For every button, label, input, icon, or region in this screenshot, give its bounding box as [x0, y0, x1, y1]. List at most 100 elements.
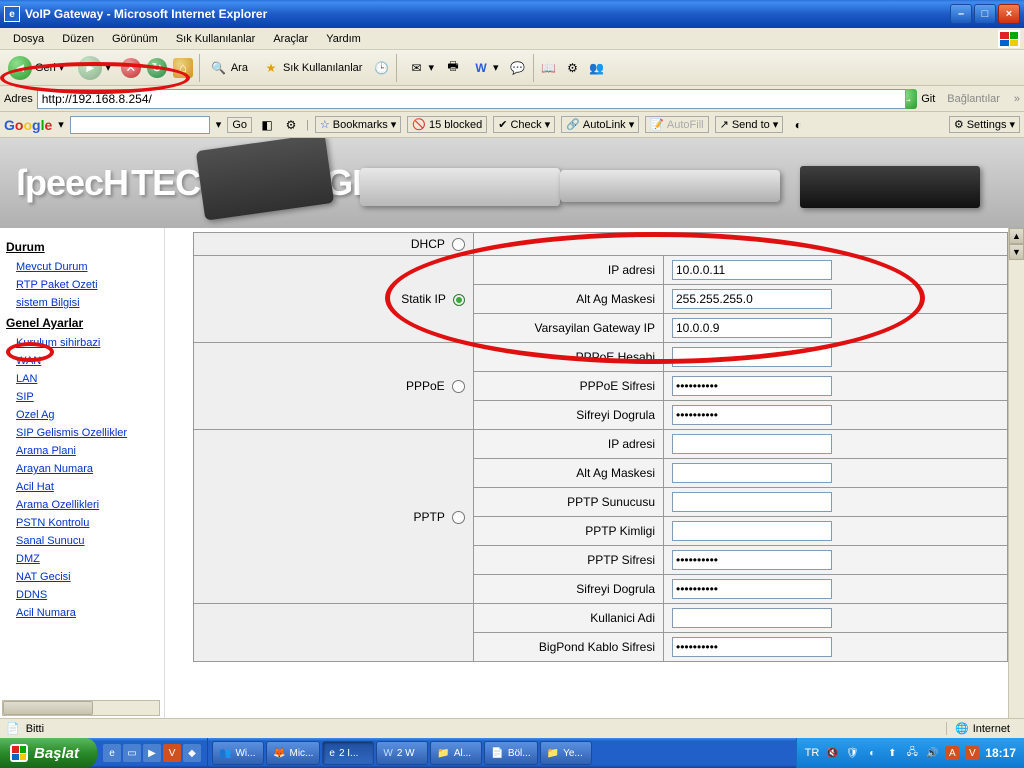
ql-desktop-icon[interactable]: ▭ [123, 744, 141, 762]
minimize-button[interactable]: – [950, 4, 972, 24]
autolink-button[interactable]: 🔗AutoLink▾ [561, 116, 639, 133]
tray-icon[interactable]: V [965, 746, 979, 760]
tray-icon[interactable]: ⬆ [885, 746, 899, 760]
print-button[interactable]: 🖶 [444, 59, 462, 77]
forward-button[interactable]: ► ▾ [74, 54, 115, 82]
tray-icon[interactable]: 🛡 [845, 746, 859, 760]
input-pppoe-user[interactable] [672, 347, 832, 367]
input-pptp-id[interactable] [672, 521, 832, 541]
stop-button[interactable]: ✕ [121, 58, 141, 78]
google-go-button[interactable]: Go [227, 117, 252, 133]
google-search-input[interactable] [70, 116, 210, 134]
links-expand[interactable]: » [1014, 93, 1020, 105]
sidebar-hscroll[interactable] [2, 700, 160, 716]
google-new-icon[interactable]: ◧ [258, 116, 276, 134]
pptp-radio[interactable] [452, 511, 465, 524]
sidebar-link-sipadv[interactable]: SIP Gelismis Ozellikler [4, 424, 160, 442]
menu-duzen[interactable]: Düzen [55, 31, 101, 47]
menu-sik[interactable]: Sık Kullanılanlar [169, 31, 263, 47]
maximize-button[interactable]: □ [974, 4, 996, 24]
sidebar-link-kurulum[interactable]: Kurulum sihirbazi [4, 334, 160, 352]
ql-player-icon[interactable]: ▶ [143, 744, 161, 762]
popup-blocked-button[interactable]: 🚫15 blocked [407, 116, 487, 133]
input-pass-confirm[interactable] [672, 405, 832, 425]
input-bp-user[interactable] [672, 608, 832, 628]
favorites-button[interactable]: ★ Sık Kullanılanlar [258, 57, 367, 79]
sendto-button[interactable]: ↗Send to▾ [715, 116, 784, 133]
links-label[interactable]: Bağlantılar [947, 93, 1000, 105]
task-item[interactable]: W2 W [376, 741, 428, 765]
autofill-button[interactable]: 📝AutoFill [645, 116, 708, 133]
dhcp-radio[interactable] [452, 238, 465, 251]
sidebar-link-arama[interactable]: Arama Plani [4, 442, 160, 460]
sidebar-link-sanal[interactable]: Sanal Sunucu [4, 532, 160, 550]
edit-button[interactable]: W▾ [468, 57, 503, 79]
google-opts-icon[interactable]: ⚙ [282, 116, 300, 134]
task-item-active[interactable]: e2 I... [322, 741, 374, 765]
sidebar-link-dmz[interactable]: DMZ [4, 550, 160, 568]
task-item[interactable]: 🦊Mic... [266, 741, 320, 765]
sidebar-link-rtp[interactable]: RTP Paket Ozeti [4, 276, 160, 294]
extra-button[interactable]: ⚙ [564, 59, 582, 77]
tray-icon[interactable]: 🔊 [925, 746, 939, 760]
sidebar-link-acilnum[interactable]: Acil Numara [4, 604, 160, 622]
tray-icon[interactable]: 🖧 [905, 746, 919, 760]
input-pptp-srv[interactable] [672, 492, 832, 512]
ql-ie-icon[interactable]: e [103, 744, 121, 762]
research-button[interactable]: 📖 [540, 59, 558, 77]
input-pppoe-pass[interactable] [672, 376, 832, 396]
tray-icon[interactable]: 🔇 [825, 746, 839, 760]
discuss-button[interactable]: 💬 [509, 59, 527, 77]
search-button[interactable]: 🔍 Ara [206, 57, 252, 79]
menu-yardim[interactable]: Yardım [319, 31, 368, 47]
bookmarks-button[interactable]: ☆Bookmarks▾ [315, 116, 401, 133]
tray-lang[interactable]: TR [805, 747, 820, 759]
history-button[interactable]: 🕒 [372, 59, 390, 77]
scroll-down-icon[interactable]: ▼ [1009, 244, 1024, 260]
check-button[interactable]: ✔Check▾ [493, 116, 555, 133]
sidebar-link-nat[interactable]: NAT Gecisi [4, 568, 160, 586]
input-mask[interactable] [672, 289, 832, 309]
input-gw[interactable] [672, 318, 832, 338]
messenger-button[interactable]: 👥 [588, 59, 606, 77]
input-pptp-confirm[interactable] [672, 579, 832, 599]
input-bp-pass[interactable] [672, 637, 832, 657]
pppoe-radio[interactable] [452, 380, 465, 393]
sidebar-link-lan[interactable]: LAN [4, 370, 160, 388]
sidebar-link-sistem[interactable]: sistem Bilgisi [4, 294, 160, 312]
input-pptp-pass[interactable] [672, 550, 832, 570]
input-ip[interactable] [672, 260, 832, 280]
input-pptp-mask[interactable] [672, 463, 832, 483]
home-button[interactable]: ⌂ [173, 58, 193, 78]
input-pptp-ip[interactable] [672, 434, 832, 454]
address-input[interactable] [37, 89, 906, 109]
tray-icon[interactable]: ◐ [865, 746, 879, 760]
ql-app2-icon[interactable]: ◆ [183, 744, 201, 762]
settings-button[interactable]: ⚙Settings▾ [949, 116, 1020, 133]
sidebar-link-ozelag[interactable]: Ozel Ag [4, 406, 160, 424]
vertical-scrollbar[interactable]: ▲ ▼ [1008, 228, 1024, 718]
task-item[interactable]: 📁Ye... [540, 741, 592, 765]
static-radio[interactable] [453, 294, 465, 306]
task-item[interactable]: 📁Al... [430, 741, 482, 765]
menu-dosya[interactable]: Dosya [6, 31, 51, 47]
mail-button[interactable]: ✉▾ [403, 57, 438, 79]
tray-clock[interactable]: 18:17 [985, 746, 1016, 760]
start-button[interactable]: Başlat [0, 738, 97, 768]
sidebar-link-pstn[interactable]: PSTN Kontrolu [4, 514, 160, 532]
sidebar-link-arayan[interactable]: Arayan Numara [4, 460, 160, 478]
sidebar-link-ddns[interactable]: DDNS [4, 586, 160, 604]
sidebar-link-sip[interactable]: SIP [4, 388, 160, 406]
sidebar-link-mevcut[interactable]: Mevcut Durum [4, 258, 160, 276]
scroll-up-icon[interactable]: ▲ [1009, 228, 1024, 244]
tray-icon[interactable]: A [945, 746, 959, 760]
sidebar-link-aramaoz[interactable]: Arama Ozellikleri [4, 496, 160, 514]
task-item[interactable]: 👥Wi... [212, 741, 264, 765]
close-button[interactable]: × [998, 4, 1020, 24]
ql-app-icon[interactable]: V [163, 744, 181, 762]
menu-araclar[interactable]: Araçlar [266, 31, 315, 47]
menu-gorunum[interactable]: Görünüm [105, 31, 165, 47]
back-button[interactable]: ◄ Geri ▾ [4, 54, 68, 82]
task-item[interactable]: 📄Böl... [484, 741, 537, 765]
sidebar-link-acilhat[interactable]: Acil Hat [4, 478, 160, 496]
